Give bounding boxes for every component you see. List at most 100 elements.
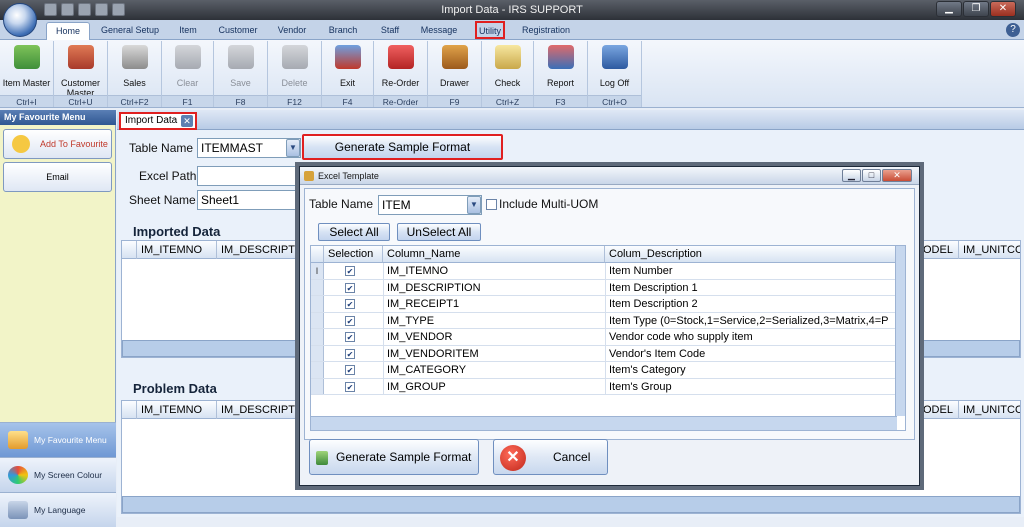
selection-checkbox[interactable]: ✔: [345, 315, 355, 326]
logoff-label: Log Off: [599, 78, 630, 88]
table-row[interactable]: ✔ IM_RECEIPT1 Item Description 2: [311, 296, 897, 313]
table-row[interactable]: ✔ IM_CATEGORY Item's Category: [311, 362, 897, 379]
report-button[interactable]: Report F3: [534, 41, 588, 107]
minimize-button[interactable]: ▁: [936, 1, 962, 17]
selection-checkbox[interactable]: ✔: [345, 332, 355, 342]
delete-shortcut: F12: [268, 95, 321, 107]
email-button[interactable]: Email: [3, 162, 112, 192]
template-columns-table[interactable]: Selection Column_Name Colum_Description …: [310, 245, 906, 431]
restore-button[interactable]: ❐: [963, 1, 989, 17]
clear-button[interactable]: Clear F1: [162, 41, 214, 107]
close-button[interactable]: ✕: [990, 1, 1016, 17]
trash-icon: [281, 45, 308, 69]
column-description-cell: Item Description 1: [605, 279, 897, 295]
item-master-shortcut: Ctrl+I: [0, 95, 53, 107]
row-header: [311, 362, 324, 378]
clear-icon: [174, 45, 201, 69]
multi-uom-label: Include Multi-UOM: [499, 197, 599, 211]
column-name-cell: IM_VENDORITEM: [383, 345, 605, 361]
sidebar-item-my-language[interactable]: My Language: [0, 492, 116, 527]
dialog-minimize-button[interactable]: ▁: [842, 169, 861, 182]
tab-staff[interactable]: Staff: [370, 22, 410, 40]
horizontal-scrollbar[interactable]: [311, 416, 897, 430]
drawer-shortcut: F9: [428, 95, 481, 107]
cancel-button[interactable]: ✕ Cancel: [493, 439, 608, 475]
selection-checkbox[interactable]: ✔: [345, 266, 355, 276]
grid-col-model: ODEL: [918, 241, 958, 259]
dialog-table-name-label: Table Name: [309, 197, 374, 211]
tab-general-setup[interactable]: General Setup: [96, 22, 164, 40]
close-tab-icon[interactable]: ✕: [181, 115, 193, 127]
exit-shortcut: F4: [322, 95, 373, 107]
tab-home[interactable]: Home: [46, 22, 90, 40]
col-description[interactable]: Colum_Description: [605, 246, 897, 263]
selection-checkbox[interactable]: ✔: [345, 365, 355, 375]
item-master-button[interactable]: Item Master Ctrl+I: [0, 41, 54, 107]
column-description-cell: Vendor's Item Code: [605, 345, 897, 361]
column-description-cell: Item Type (0=Stock,1=Service,2=Serialize…: [605, 312, 897, 328]
help-icon[interactable]: ?: [1006, 23, 1020, 37]
tab-customer[interactable]: Customer: [212, 22, 264, 40]
table-row[interactable]: ✔ IM_GROUP Item's Group: [311, 378, 897, 395]
dialog-generate-sample-format-button[interactable]: Generate Sample Format: [309, 439, 479, 475]
selection-checkbox[interactable]: ✔: [345, 299, 355, 309]
multi-uom-checkbox[interactable]: [486, 199, 497, 210]
dialog-close-button[interactable]: ✕: [882, 169, 912, 182]
grid-col-itemno: IM_ITEMNO: [136, 401, 216, 419]
selection-checkbox[interactable]: ✔: [345, 282, 355, 293]
document-tab-strip: [117, 110, 1024, 130]
clear-label: Clear: [176, 78, 199, 88]
horizontal-scrollbar[interactable]: [122, 496, 1020, 513]
drawer-button[interactable]: Drawer F9: [428, 41, 482, 107]
tab-utility[interactable]: Utility: [475, 21, 505, 39]
customer-master-shortcut: Ctrl+U: [54, 95, 107, 107]
selection-checkbox[interactable]: ✔: [345, 381, 355, 392]
vertical-scrollbar[interactable]: [895, 246, 905, 416]
table-row[interactable]: I ✔ IM_ITEMNO Item Number: [311, 263, 897, 280]
table-row[interactable]: ✔ IM_VENDORITEM Vendor's Item Code: [311, 345, 897, 362]
save-button[interactable]: Save F8: [214, 41, 268, 107]
cancel-x-icon: ✕: [500, 445, 526, 471]
tab-item[interactable]: Item: [168, 22, 208, 40]
column-name-cell: IM_TYPE: [383, 312, 605, 328]
grid-col-unitcost: IM_UNITCO: [958, 401, 1020, 419]
exit-button[interactable]: Exit F4: [322, 41, 374, 107]
sales-button[interactable]: Sales Ctrl+F2: [108, 41, 162, 107]
dialog-title-bar: Excel Template ▁ □ ✕: [300, 167, 919, 185]
unselect-all-button[interactable]: UnSelect All: [397, 223, 481, 241]
colour-palette-icon: [8, 466, 28, 484]
table-row[interactable]: ✔ IM_DESCRIPTION Item Description 1: [311, 279, 897, 296]
sidebar-item-my-favourite-menu[interactable]: My Favourite Menu: [0, 422, 116, 457]
ribbon: Item Master Ctrl+I Customer Master Ctrl+…: [0, 40, 1024, 108]
chevron-down-icon[interactable]: ▼: [467, 196, 481, 214]
select-all-button[interactable]: Select All: [318, 223, 390, 241]
dialog-maximize-button[interactable]: □: [862, 169, 881, 182]
check-button[interactable]: Check Ctrl+Z: [482, 41, 534, 107]
tab-registration[interactable]: Registration: [515, 22, 577, 40]
add-to-favourite-button[interactable]: Add To Favourite: [3, 129, 112, 159]
logoff-button[interactable]: Log Off Ctrl+O: [588, 41, 642, 107]
sheet-name-input[interactable]: Sheet1: [197, 190, 301, 210]
tab-branch[interactable]: Branch: [320, 22, 366, 40]
reorder-button[interactable]: Re-Order Re-Order: [374, 41, 428, 107]
tab-import-data[interactable]: Import Data ✕: [119, 112, 197, 130]
generate-sample-format-button[interactable]: Generate Sample Format: [302, 134, 503, 160]
col-selection[interactable]: Selection: [324, 246, 383, 263]
delete-button[interactable]: Delete F12: [268, 41, 322, 107]
table-row[interactable]: ✔ IM_TYPE Item Type (0=Stock,1=Service,2=S…: [311, 312, 897, 329]
column-name-cell: IM_VENDOR: [383, 329, 605, 345]
table-row[interactable]: ✔ IM_VENDOR Vendor code who supply item: [311, 329, 897, 346]
floppy-icon: [227, 45, 254, 69]
tab-vendor[interactable]: Vendor: [268, 22, 316, 40]
reorder-shortcut: Re-Order: [374, 95, 427, 107]
row-header: [311, 345, 324, 361]
selection-checkbox[interactable]: ✔: [345, 348, 355, 359]
sidebar-item-my-screen-colour[interactable]: My Screen Colour: [0, 457, 116, 492]
tab-message[interactable]: Message: [414, 22, 464, 40]
col-column-name[interactable]: Column_Name: [383, 246, 605, 263]
app-orb-icon[interactable]: [3, 3, 37, 37]
chevron-down-icon[interactable]: ▼: [286, 139, 300, 157]
customer-master-button[interactable]: Customer Master Ctrl+U: [54, 41, 108, 107]
excel-path-input[interactable]: [197, 166, 301, 186]
sidebar-item-label: My Language: [34, 505, 86, 515]
